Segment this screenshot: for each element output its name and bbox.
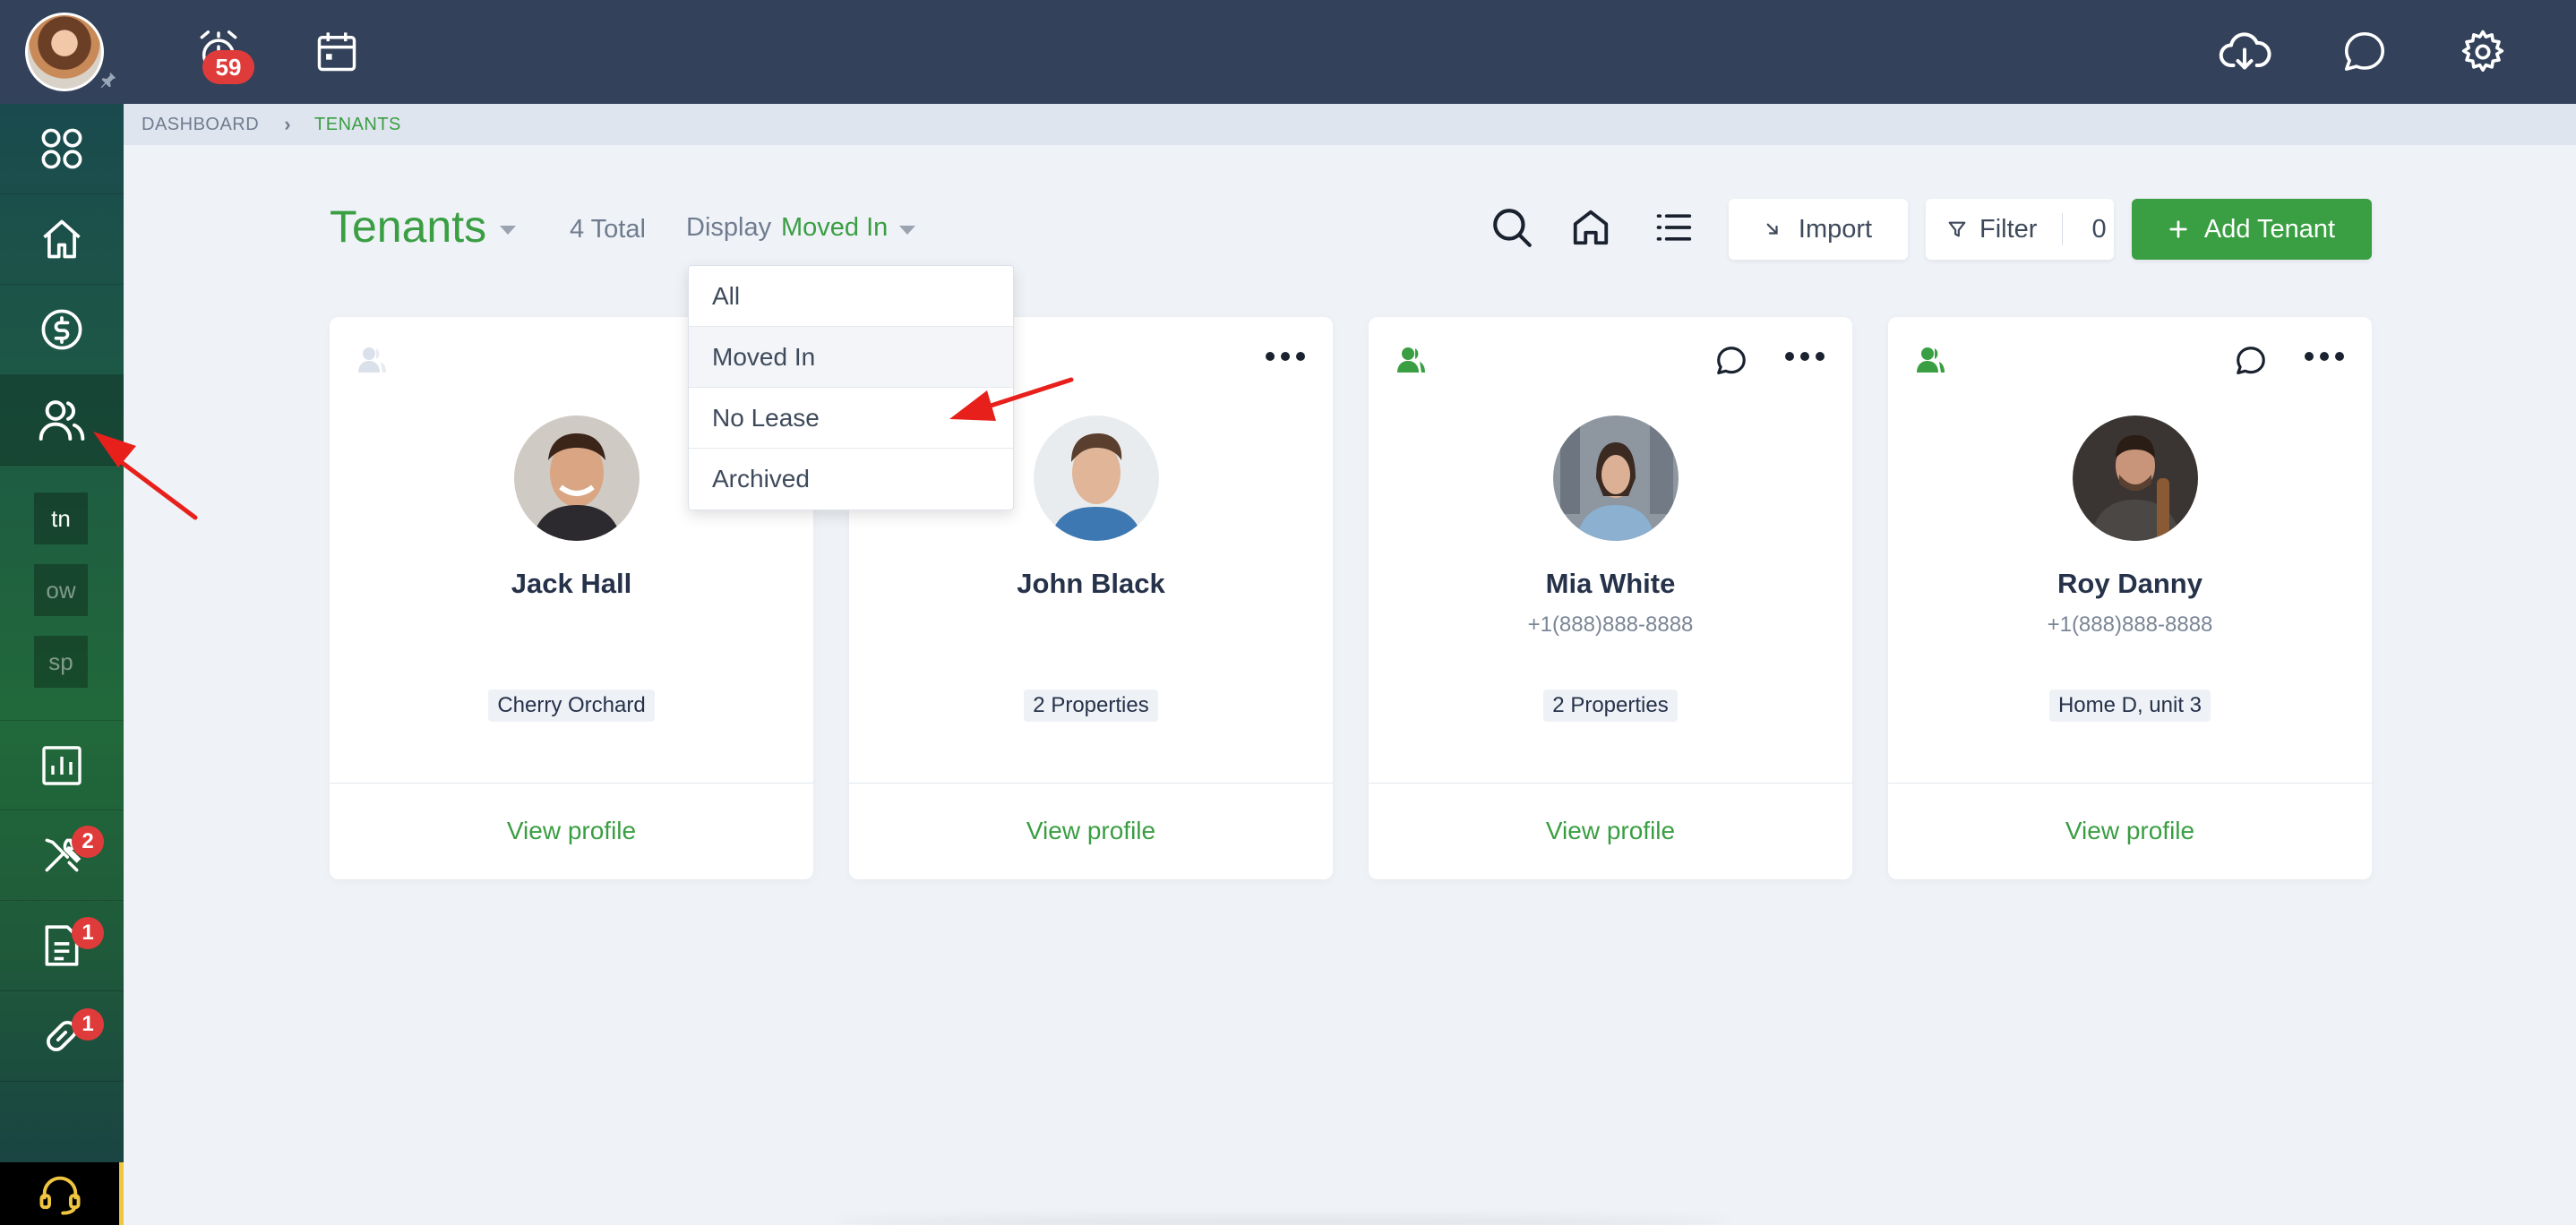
top-bar: 59	[0, 0, 2576, 104]
tenant-photo[interactable]	[2073, 415, 2198, 541]
page-title[interactable]: Tenants	[330, 201, 486, 253]
person-icon	[1917, 347, 1945, 373]
filter-button[interactable]: Filter 0	[1926, 199, 2114, 260]
bottom-shadow	[833, 1218, 1729, 1225]
sidebar-item-reports[interactable]	[0, 720, 124, 810]
dropdown-option-moved-in[interactable]: Moved In	[689, 327, 1013, 388]
documents-badge: 1	[72, 917, 104, 949]
dashboard-icon	[41, 128, 82, 169]
tenant-phone[interactable]: +1(888)888-8888	[1369, 612, 1852, 638]
tenant-total: 4 Total	[570, 215, 646, 244]
breadcrumb-tenants: TENANTS	[314, 114, 401, 134]
headset-icon	[39, 1176, 81, 1215]
home-icon	[43, 219, 81, 259]
display-label: Display	[686, 213, 772, 242]
tenant-phone[interactable]: +1(888)888-8888	[1888, 612, 2372, 638]
dropdown-option-no-lease[interactable]: No Lease	[689, 388, 1013, 449]
tenant-name[interactable]: Jack Hall	[330, 568, 813, 600]
tenant-property-tag[interactable]: Home D, unit 3	[2048, 690, 2211, 722]
display-caret-icon[interactable]	[899, 226, 915, 235]
user-avatar[interactable]	[25, 13, 104, 91]
sidebar-sub-item-sp[interactable]: sp	[34, 636, 88, 688]
chat-icon[interactable]	[2234, 344, 2268, 378]
tenant-property-tag[interactable]: 2 Properties	[1543, 690, 1678, 722]
tenant-name[interactable]: Mia White	[1369, 568, 1852, 600]
card-divider	[849, 783, 1333, 784]
properties-view-icon[interactable]	[1566, 202, 1616, 253]
sidebar-sub-item-tn[interactable]: tn	[34, 493, 88, 544]
chart-icon	[42, 745, 82, 785]
tenant-photo[interactable]	[1553, 415, 1679, 541]
breadcrumb-chevron-icon: ›	[284, 113, 292, 135]
list-view-icon[interactable]	[1648, 202, 1698, 253]
display-filter-select[interactable]: Moved In	[781, 213, 888, 243]
sidebar-item-people[interactable]	[0, 375, 124, 466]
pin-icon	[100, 72, 116, 89]
gear-icon[interactable]	[2454, 23, 2512, 81]
sidebar-item-links[interactable]	[0, 991, 124, 1082]
more-options-icon[interactable]	[2304, 351, 2345, 362]
tenant-photo[interactable]	[514, 415, 640, 541]
sidebar-item-dashboard[interactable]	[0, 104, 124, 194]
view-profile-link[interactable]: View profile	[1888, 817, 2372, 845]
view-profile-link[interactable]: View profile	[1369, 817, 1852, 845]
cloud-download-icon[interactable]	[2216, 23, 2273, 81]
sidebar-item-documents[interactable]	[0, 901, 124, 991]
sidebar-sub-item-ow[interactable]: ow	[34, 564, 88, 616]
filter-icon	[1948, 221, 1966, 237]
tenant-property-tag[interactable]: 2 Properties	[1024, 690, 1158, 722]
card-divider	[1369, 783, 1852, 784]
tenant-name[interactable]: Roy Danny	[1888, 568, 2372, 600]
tenant-photo[interactable]	[1034, 415, 1159, 541]
add-tenant-label: Add Tenant	[2203, 214, 2336, 244]
alarm-count-badge: 59	[202, 50, 254, 84]
tenant-name[interactable]: John Black	[849, 568, 1333, 600]
card-divider	[1888, 783, 2372, 784]
title-caret-icon[interactable]	[500, 226, 516, 235]
chat-icon[interactable]	[2336, 23, 2393, 81]
search-icon[interactable]	[1487, 202, 1537, 253]
money-icon	[41, 309, 82, 350]
dropdown-option-all[interactable]: All	[689, 266, 1013, 327]
view-profile-link[interactable]: View profile	[330, 817, 813, 845]
breadcrumb: DASHBOARD › TENANTS	[124, 104, 2576, 145]
import-label: Import	[1798, 214, 1873, 244]
more-options-icon[interactable]	[1265, 351, 1306, 362]
filter-divider	[2062, 213, 2064, 245]
sidebar: tn ow sp 2 1 1	[0, 104, 124, 1225]
person-icon	[358, 347, 386, 373]
add-tenant-button[interactable]: Add Tenant	[2132, 199, 2372, 260]
more-options-icon[interactable]	[1784, 351, 1825, 362]
breadcrumb-dashboard[interactable]: DASHBOARD	[142, 115, 259, 135]
calendar-icon[interactable]	[308, 23, 365, 81]
tenant-card: Mia White +1(888)888-8888 2 Properties V…	[1369, 317, 1852, 879]
sidebar-item-accounting[interactable]	[0, 285, 124, 375]
filter-count: 0	[2091, 214, 2107, 244]
dropdown-option-archived[interactable]: Archived	[689, 449, 1013, 510]
chat-icon[interactable]	[1714, 344, 1748, 378]
card-divider	[330, 783, 813, 784]
import-arrow-icon	[1766, 223, 1778, 235]
tenant-card: Roy Danny +1(888)888-8888 Home D, unit 3…	[1888, 317, 2372, 879]
filter-label: Filter	[1979, 214, 2038, 244]
import-button[interactable]: Import	[1729, 199, 1908, 260]
display-dropdown-menu: All Moved In No Lease Archived	[688, 265, 1014, 510]
sidebar-item-home[interactable]	[0, 194, 124, 285]
view-profile-link[interactable]: View profile	[849, 817, 1333, 845]
people-icon	[39, 400, 85, 441]
support-button[interactable]	[0, 1162, 124, 1225]
maintenance-badge: 2	[72, 826, 104, 858]
sidebar-item-maintenance[interactable]	[0, 810, 124, 901]
tenant-property-tag[interactable]: Cherry Orchard	[488, 690, 655, 722]
plus-icon	[2169, 220, 2187, 238]
person-icon	[1397, 347, 1425, 373]
links-badge: 1	[72, 1008, 104, 1041]
